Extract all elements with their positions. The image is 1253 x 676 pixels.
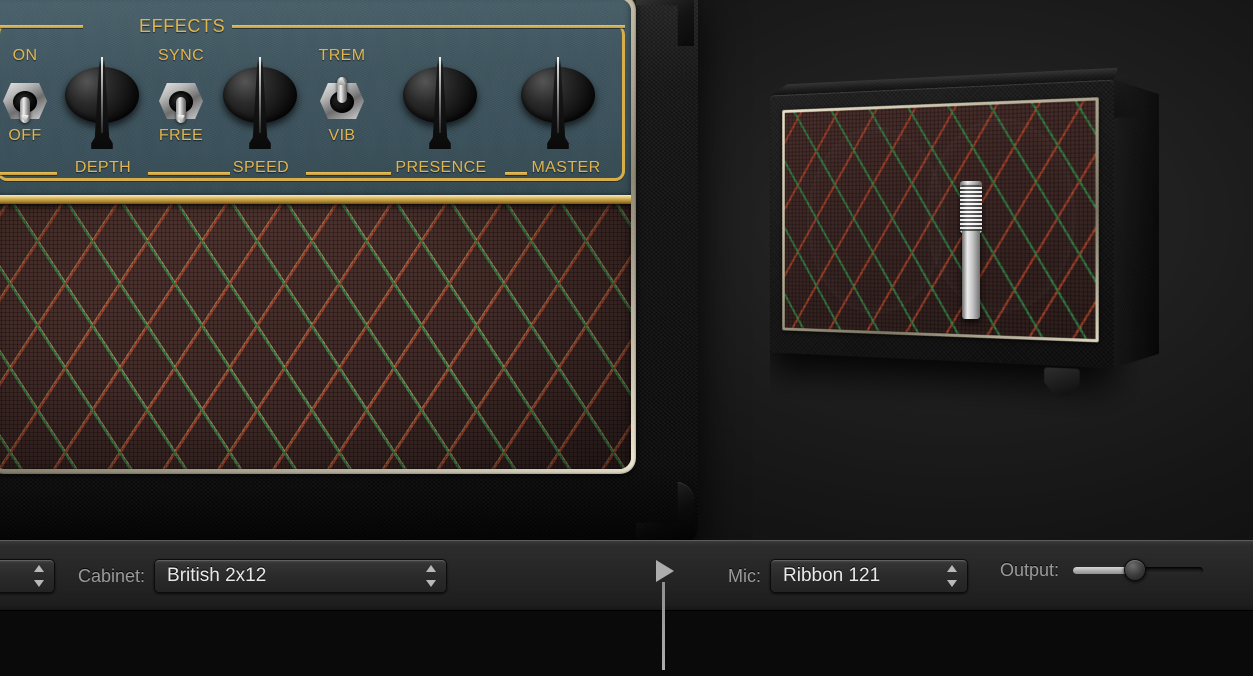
cabinet-front-face <box>770 79 1114 369</box>
cabinet-control-group: Cabinet: British 2x12 <box>78 559 448 593</box>
knob-indicator-line <box>101 57 103 133</box>
amp-bottom-shadow <box>0 464 698 544</box>
amp-front-panel-frame: EFFECTS ON OFF SYNC FREE TREM VIB DEPTH … <box>0 0 636 474</box>
presence-knob-label: PRESENCE <box>395 159 487 176</box>
speaker-ring-right <box>925 115 1075 315</box>
amp-front-inner: EFFECTS ON OFF SYNC FREE TREM VIB DEPTH … <box>0 0 631 469</box>
output-slider-thumb[interactable] <box>1124 559 1147 581</box>
power-switch-bottom-label: OFF <box>8 127 42 144</box>
play-triangle-icon <box>656 560 674 582</box>
mic-control-group: Mic: Ribbon 121 <box>728 559 968 593</box>
amp-designer-window: EFFECTS ON OFF SYNC FREE TREM VIB DEPTH … <box>0 0 1253 676</box>
faceplate-grille-divider <box>0 195 631 204</box>
toolbar-inner: Cabinet: British 2x12 Mic: Ribbon 121 Ou… <box>0 541 1253 610</box>
mic-value: Ribbon 121 <box>783 565 881 586</box>
depth-knob[interactable] <box>65 53 139 149</box>
chevron-down-icon <box>947 580 957 587</box>
output-label: Output: <box>1000 559 1060 580</box>
sync-switch-bottom-label: FREE <box>158 127 204 144</box>
speed-knob[interactable] <box>223 53 297 149</box>
toggle-lever[interactable] <box>176 97 186 123</box>
mic-position-marker[interactable] <box>656 560 674 670</box>
cabinet-popup-button[interactable]: British 2x12 <box>154 559 448 593</box>
amp-model-popup-button[interactable] <box>0 559 55 593</box>
mic-label: Mic: <box>728 565 761 586</box>
effects-rule-left <box>0 25 83 28</box>
cabinet-grille-frame <box>782 97 1099 343</box>
cabinet-stepper-icon[interactable] <box>426 565 437 587</box>
mic-popup-button[interactable]: Ribbon 121 <box>770 559 968 593</box>
master-knob-label: MASTER <box>531 159 601 176</box>
bottom-toolbar: Cabinet: British 2x12 Mic: Ribbon 121 Ou… <box>0 540 1253 611</box>
trem-vib-switch[interactable] <box>316 73 368 129</box>
sync-free-switch[interactable] <box>155 73 207 129</box>
toggle-lever[interactable] <box>337 77 347 103</box>
depth-knob-label: DEPTH <box>74 159 132 176</box>
chevron-up-icon <box>426 565 437 572</box>
cabinet-side-face <box>1113 79 1159 369</box>
toggle-lever[interactable] <box>20 97 30 123</box>
trem-switch-top-label: TREM <box>318 47 366 64</box>
cabinet-box <box>770 67 1159 369</box>
amp-corner-protector-top-right <box>636 0 694 46</box>
knob-indicator-line <box>557 57 559 133</box>
amp-head: EFFECTS ON OFF SYNC FREE TREM VIB DEPTH … <box>0 0 698 544</box>
effects-section-label: EFFECTS <box>139 16 226 36</box>
mic-grille-head <box>960 185 982 233</box>
ribbon-microphone[interactable] <box>960 181 982 319</box>
trem-switch-bottom-label: VIB <box>328 127 356 144</box>
chevron-up-icon <box>34 565 44 572</box>
cabinet-label: Cabinet: <box>78 565 146 586</box>
effects-power-switch[interactable] <box>0 73 51 129</box>
mic-stepper-icon[interactable] <box>947 565 958 587</box>
cabinet-grille-cloth <box>784 100 1096 340</box>
cabinet-value: British 2x12 <box>167 565 267 586</box>
amp-control-faceplate: EFFECTS ON OFF SYNC FREE TREM VIB DEPTH … <box>0 0 631 199</box>
power-switch-top-label: ON <box>12 47 38 64</box>
speaker-ring-left <box>807 124 945 316</box>
output-slider[interactable] <box>1073 559 1204 581</box>
chevron-down-icon <box>34 580 44 587</box>
speed-knob-label: SPEED <box>232 159 290 176</box>
chevron-down-icon <box>426 580 437 587</box>
chevron-up-icon <box>947 565 957 572</box>
amp-grille-cloth <box>0 199 631 469</box>
mic-body <box>962 231 980 319</box>
knob-indicator-line <box>439 57 441 133</box>
output-control-group: Output: <box>1000 559 1204 581</box>
legend-rule-1 <box>0 172 57 175</box>
cabinet-foot <box>1044 367 1079 396</box>
amp-model-stepper-icon[interactable] <box>34 565 45 587</box>
mic-position-stem <box>662 582 665 670</box>
legend-rule-2 <box>148 172 230 175</box>
master-knob[interactable] <box>521 53 595 149</box>
sync-switch-top-label: SYNC <box>157 47 205 64</box>
presence-knob[interactable] <box>403 53 477 149</box>
effects-rule-right <box>232 25 625 28</box>
knob-indicator-line <box>259 57 261 133</box>
grille-vignette <box>0 199 631 469</box>
bottom-black-strip <box>0 611 1253 676</box>
